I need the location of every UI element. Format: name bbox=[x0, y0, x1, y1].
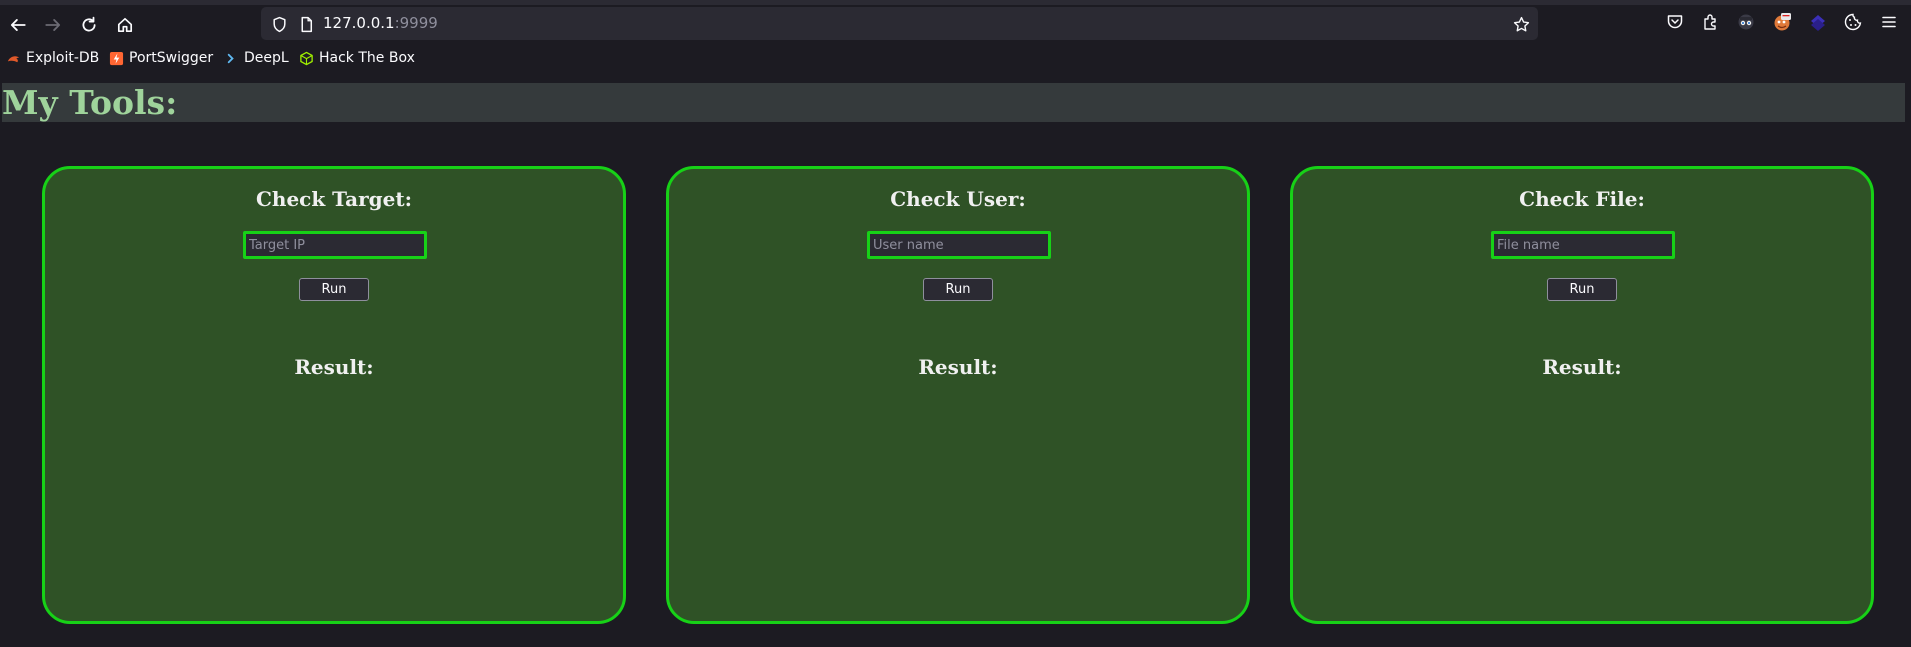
file-name-input[interactable] bbox=[1491, 231, 1675, 259]
card-heading: Check Target: bbox=[256, 187, 412, 211]
run-button[interactable]: Run bbox=[299, 278, 369, 301]
bookmark-deepl[interactable]: DeepL bbox=[223, 48, 289, 68]
cookie-monster-extension-icon[interactable] bbox=[1771, 11, 1793, 33]
hamburger-menu-icon[interactable] bbox=[1878, 11, 1900, 33]
bookmark-label: Exploit-DB bbox=[26, 50, 100, 66]
exploit-db-icon bbox=[5, 50, 21, 66]
portswigger-icon bbox=[108, 50, 124, 66]
url-bar[interactable]: 127.0.0.1:9999 bbox=[261, 7, 1538, 40]
page-title: My Tools: bbox=[2, 83, 1905, 122]
reload-icon bbox=[82, 16, 96, 32]
bookmark-label: DeepL bbox=[244, 50, 289, 66]
back-arrow-icon bbox=[10, 19, 26, 31]
user-name-input[interactable] bbox=[867, 231, 1051, 259]
check-file-card: Check File: Run Result: bbox=[1290, 166, 1874, 624]
run-button[interactable]: Run bbox=[923, 278, 993, 301]
reload-button[interactable] bbox=[75, 11, 103, 39]
browser-toolbar: 127.0.0.1:9999 bbox=[0, 5, 1911, 45]
check-target-card: Check Target: Run Result: bbox=[42, 166, 626, 624]
bookmark-hackthebox[interactable]: Hack The Box bbox=[298, 48, 415, 68]
forward-arrow-icon bbox=[45, 19, 61, 31]
spy-extension-icon[interactable] bbox=[1735, 11, 1757, 33]
pocket-icon[interactable] bbox=[1664, 11, 1686, 33]
url-text[interactable]: 127.0.0.1:9999 bbox=[323, 14, 438, 32]
home-button[interactable] bbox=[111, 11, 139, 39]
hackthebox-icon bbox=[298, 50, 314, 66]
run-button[interactable]: Run bbox=[1547, 278, 1617, 301]
card-heading: Check File: bbox=[1519, 187, 1645, 211]
foxyproxy-extension-icon[interactable] bbox=[1807, 11, 1829, 33]
deepl-icon bbox=[223, 50, 239, 66]
result-label: Result: bbox=[1542, 355, 1622, 379]
forward-button[interactable] bbox=[39, 11, 67, 39]
bookmark-label: Hack The Box bbox=[319, 50, 415, 66]
url-port: :9999 bbox=[394, 14, 438, 32]
extensions-puzzle-icon[interactable] bbox=[1700, 11, 1722, 33]
home-icon bbox=[117, 17, 133, 33]
bookmark-label: PortSwigger bbox=[129, 50, 214, 66]
card-heading: Check User: bbox=[890, 187, 1026, 211]
page-content: My Tools: Check Target: Run Result: Chec… bbox=[0, 71, 1911, 647]
bookmark-exploit-db[interactable]: Exploit-DB bbox=[5, 48, 99, 68]
result-label: Result: bbox=[918, 355, 998, 379]
target-ip-input[interactable] bbox=[243, 231, 427, 259]
cookie-editor-icon[interactable] bbox=[1842, 11, 1864, 33]
url-host: 127.0.0.1 bbox=[323, 14, 395, 32]
shield-icon[interactable] bbox=[269, 14, 289, 34]
check-user-card: Check User: Run Result: bbox=[666, 166, 1250, 624]
bookmark-star-icon[interactable] bbox=[1511, 14, 1531, 34]
bookmarks-bar: Exploit-DB PortSwigger DeepL Hack The Bo… bbox=[0, 45, 1911, 71]
page-info-icon[interactable] bbox=[296, 14, 316, 34]
bookmark-portswigger[interactable]: PortSwigger bbox=[108, 48, 213, 68]
result-label: Result: bbox=[294, 355, 374, 379]
back-button[interactable] bbox=[4, 11, 32, 39]
